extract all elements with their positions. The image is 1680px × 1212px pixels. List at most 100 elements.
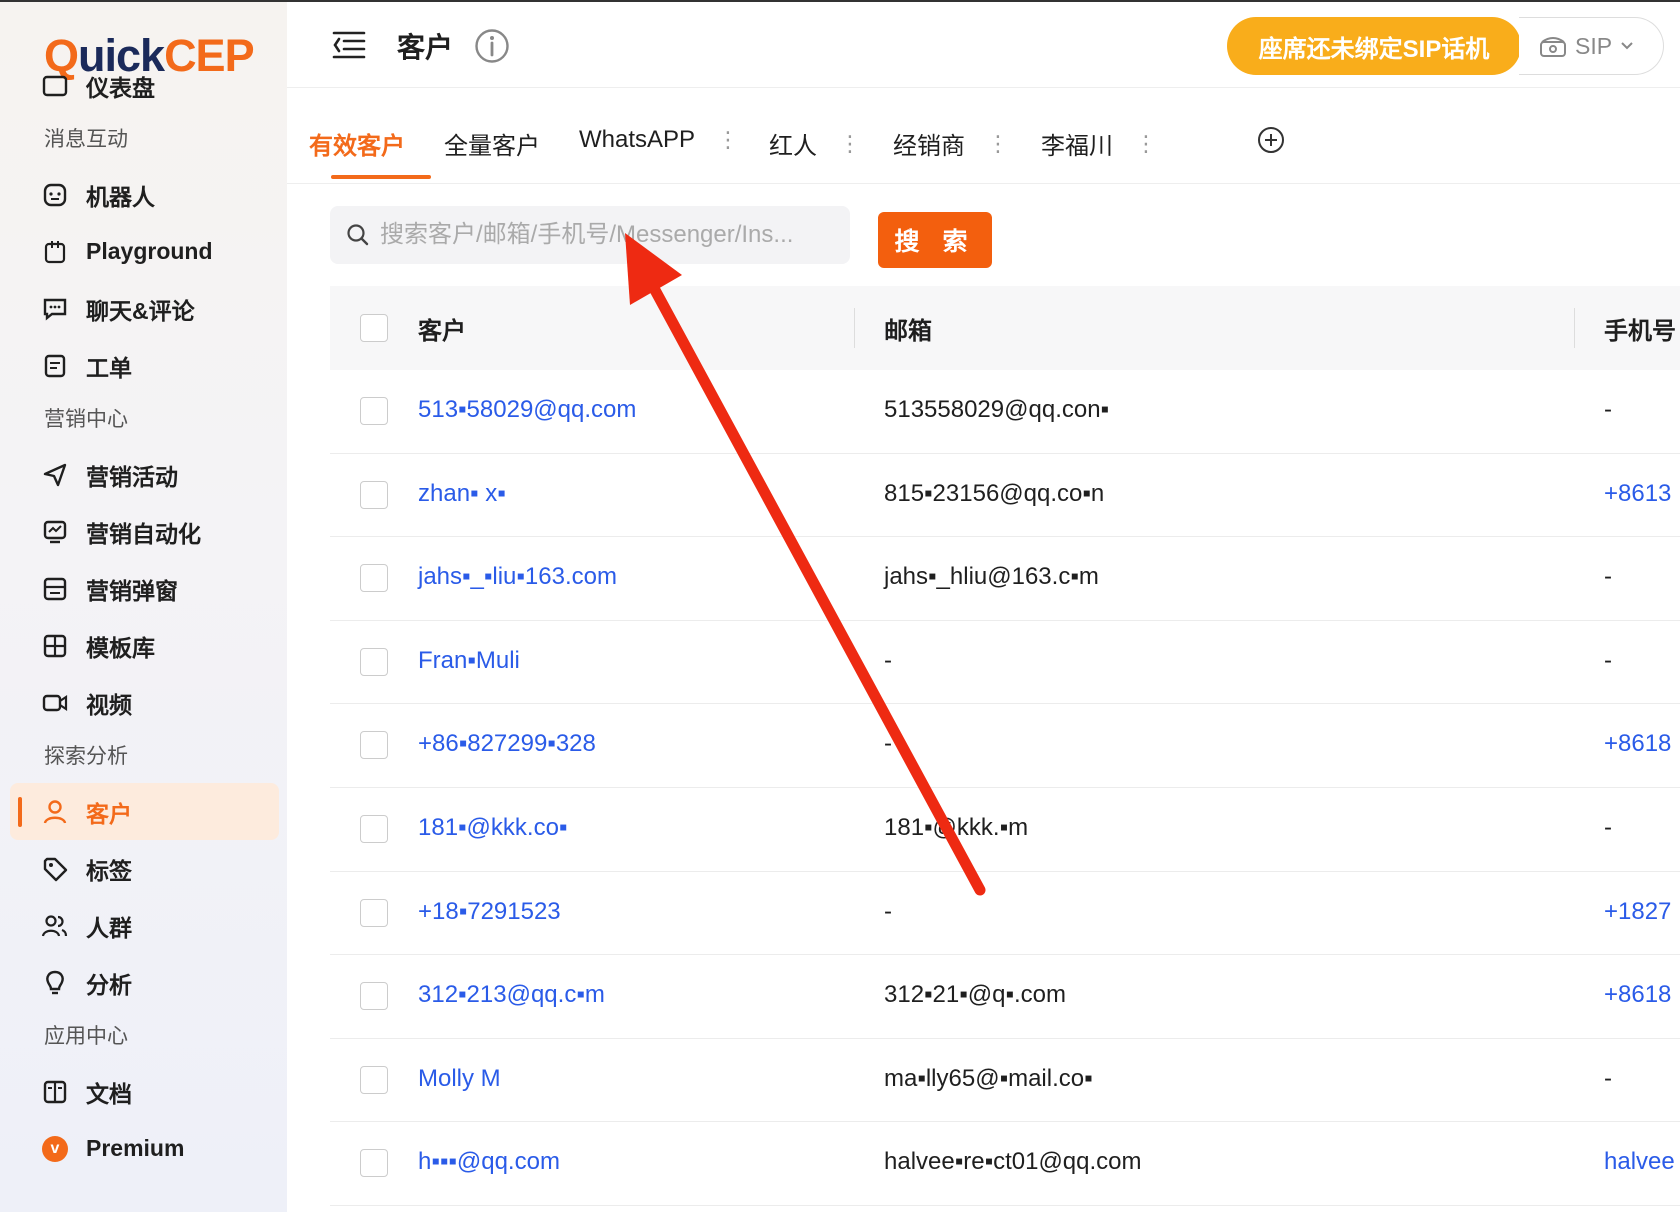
tab-label: 红人 xyxy=(769,133,817,160)
video-icon xyxy=(40,688,70,718)
table-row[interactable]: Fran▪Muli - - xyxy=(330,621,1680,705)
tab-1[interactable]: 有效客户 xyxy=(309,126,405,161)
phone-cell[interactable]: +1827 xyxy=(1604,898,1671,926)
collapse-menu-icon[interactable] xyxy=(332,30,366,65)
template-icon xyxy=(40,631,70,661)
search-input[interactable] xyxy=(380,221,840,249)
group-icon xyxy=(40,911,70,941)
phone-cell: - xyxy=(1604,563,1612,591)
sip-dropdown[interactable]: SIP xyxy=(1519,17,1664,75)
row-checkbox[interactable] xyxy=(360,564,388,593)
row-checkbox[interactable] xyxy=(360,898,388,927)
customer-link[interactable]: 181▪@kkk.co▪ xyxy=(418,814,567,842)
customer-link[interactable]: 513▪58029@qq.com xyxy=(418,396,636,424)
sidebar-item-campaign[interactable]: 营销活动 xyxy=(0,446,287,503)
tab-more-icon[interactable]: ⋮ xyxy=(987,131,1009,157)
table-row[interactable]: zhan▪ x▪ 815▪23156@qq.co▪n +8613 xyxy=(330,454,1680,538)
row-checkbox[interactable] xyxy=(360,480,388,509)
customer-link[interactable]: zhan▪ x▪ xyxy=(418,480,506,508)
row-checkbox[interactable] xyxy=(360,647,388,676)
phone-cell: - xyxy=(1604,1064,1612,1092)
phone-cell[interactable]: +8618 xyxy=(1604,981,1671,1009)
info-icon[interactable] xyxy=(474,28,510,69)
page-title: 客户 xyxy=(397,32,454,63)
sidebar-item-label: 营销弹窗 xyxy=(86,577,178,604)
sidebar-item-robot[interactable]: 机器人 xyxy=(0,166,287,223)
sidebar-item-popup[interactable]: 营销弹窗 xyxy=(0,560,287,617)
sidebar-item-customers[interactable]: 客户 xyxy=(10,783,279,840)
column-header-phone[interactable]: 手机号 xyxy=(1604,311,1676,346)
tab-4[interactable]: 红人 ⋮ xyxy=(769,126,861,161)
customer-link[interactable]: jahs▪_▪liu▪163.com xyxy=(418,563,617,591)
email-cell: ma▪lly65@▪mail.co▪ xyxy=(884,1064,1093,1092)
phone-cell: - xyxy=(1604,396,1612,423)
sidebar-item-analysis[interactable]: 分析 xyxy=(0,954,287,1011)
section-apps: 应用中心 xyxy=(44,1025,128,1048)
email-cell: - xyxy=(884,646,892,674)
row-checkbox[interactable] xyxy=(360,1065,388,1094)
search-field[interactable] xyxy=(330,206,850,264)
row-checkbox[interactable] xyxy=(360,814,388,843)
customer-link[interactable]: +86▪827299▪328 xyxy=(418,730,596,758)
table-row[interactable]: 181▪@kkk.co▪ 181▪@kkk.▪m - xyxy=(330,788,1680,872)
customer-link[interactable]: +18▪7291523 xyxy=(418,898,561,926)
row-checkbox[interactable] xyxy=(360,731,388,760)
row-checkbox[interactable] xyxy=(360,1149,388,1178)
sidebar-item-premium[interactable]: v Premium xyxy=(0,1120,287,1177)
customer-link[interactable]: h▪▪▪@qq.com xyxy=(418,1148,560,1176)
column-header-customer[interactable]: 客户 xyxy=(418,311,466,346)
tab-label: 有效客户 xyxy=(309,133,405,160)
column-header-email[interactable]: 邮箱 xyxy=(884,311,932,346)
premium-icon: v xyxy=(40,1134,70,1164)
sidebar-item-automation[interactable]: 营销自动化 xyxy=(0,503,287,560)
email-cell: 815▪23156@qq.co▪n xyxy=(884,479,1105,507)
tab-more-icon[interactable]: ⋮ xyxy=(1135,131,1157,157)
tab-more-icon[interactable]: ⋮ xyxy=(717,127,739,153)
row-checkbox[interactable] xyxy=(360,982,388,1011)
phone-cell[interactable]: halvee xyxy=(1604,1148,1675,1176)
sidebar-item-label: 营销自动化 xyxy=(86,520,201,547)
tab-6[interactable]: 李福川 ⋮ xyxy=(1041,126,1157,161)
phone-cell[interactable]: +8613 xyxy=(1604,480,1671,508)
sidebar-item-label: 标签 xyxy=(86,857,132,884)
tab-more-icon[interactable]: ⋮ xyxy=(839,131,861,157)
tab-label: 经销商 xyxy=(893,133,965,160)
sidebar-item-ticket[interactable]: 工单 xyxy=(0,337,287,394)
sip-unbound-button[interactable]: 座席还未绑定SIP话机 xyxy=(1227,17,1521,75)
sidebar-item-dashboard[interactable]: 仪表盘 xyxy=(0,57,287,114)
sidebar-item-video[interactable]: 视频 xyxy=(0,674,287,731)
column-divider[interactable] xyxy=(1574,308,1575,348)
page-header: 客户 座席还未绑定SIP话机 SIP xyxy=(287,2,1680,88)
search-button[interactable]: 搜 索 xyxy=(878,212,992,268)
row-checkbox[interactable] xyxy=(360,397,388,425)
sidebar-item-playground[interactable]: Playground xyxy=(0,223,287,280)
sidebar-item-tags[interactable]: 标签 xyxy=(0,840,287,897)
tab-2[interactable]: 全量客户 xyxy=(444,126,540,161)
sidebar-item-docs[interactable]: 文档 xyxy=(0,1063,287,1120)
table-row[interactable]: +18▪7291523 - +1827 xyxy=(330,872,1680,956)
table-row[interactable]: +86▪827299▪328 - +8618 xyxy=(330,704,1680,788)
sidebar-nav: 仪表盘 消息互动 机器人 Playground 聊天&评论 工单 营销中心 营销活动 营销自动化… xyxy=(0,75,287,1177)
customer-link[interactable]: 312▪213@qq.c▪m xyxy=(418,981,605,1009)
table-row[interactable]: Molly M ma▪lly65@▪mail.co▪ - xyxy=(330,1039,1680,1123)
sidebar: Quick CEP 仪表盘 消息互动 机器人 Playground 聊天&评论 工单 营销中心… xyxy=(0,2,287,1212)
sidebar-item-label: 分析 xyxy=(86,971,132,998)
tab-5[interactable]: 经销商 ⋮ xyxy=(893,126,1009,161)
table-row[interactable]: h▪▪▪@qq.com halvee▪re▪ct01@qq.com halvee xyxy=(330,1122,1680,1206)
customer-link[interactable]: Fran▪Muli xyxy=(418,647,520,675)
add-tab-icon[interactable] xyxy=(1257,126,1285,159)
sip-label: SIP xyxy=(1575,32,1613,59)
sidebar-item-segments[interactable]: 人群 xyxy=(0,897,287,954)
table-row[interactable]: 513▪58029@qq.com 513558029@qq.con▪ - xyxy=(330,370,1680,454)
phone-icon xyxy=(1539,34,1567,58)
column-divider[interactable] xyxy=(854,308,855,348)
select-all-checkbox[interactable] xyxy=(360,314,388,342)
customer-link[interactable]: Molly M xyxy=(418,1065,501,1093)
table-row[interactable]: jahs▪_▪liu▪163.com jahs▪_hliu@163.c▪m - xyxy=(330,537,1680,621)
phone-cell[interactable]: +8618 xyxy=(1604,730,1671,758)
table-row[interactable]: 312▪213@qq.c▪m 312▪21▪@q▪.com +8618 xyxy=(330,955,1680,1039)
sidebar-item-templates[interactable]: 模板库 xyxy=(0,617,287,674)
sidebar-item-chat[interactable]: 聊天&评论 xyxy=(0,280,287,337)
tab-3[interactable]: WhatsAPP ⋮ xyxy=(579,126,739,154)
tab-label: WhatsAPP xyxy=(579,126,696,153)
